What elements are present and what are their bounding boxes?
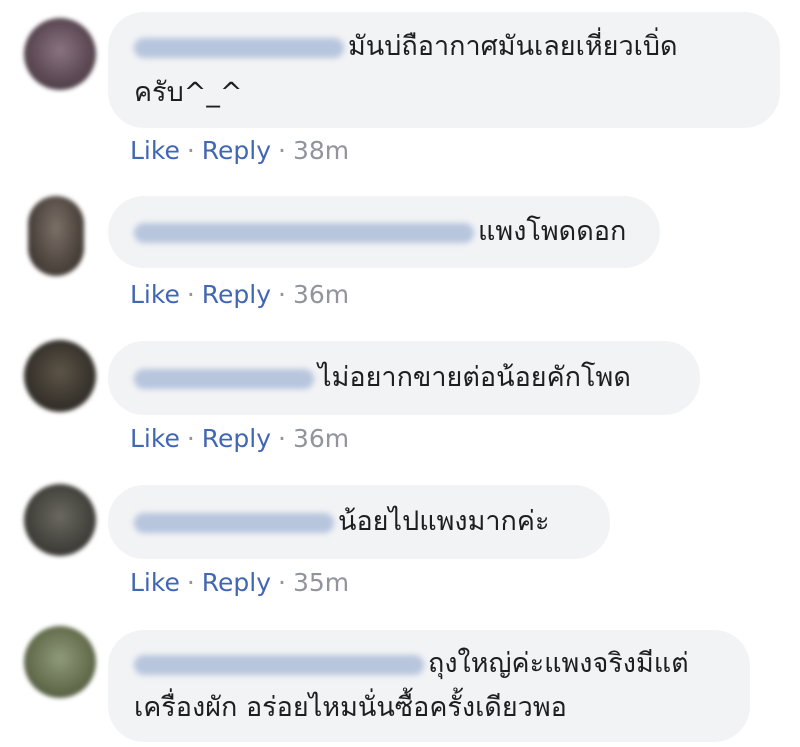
- comment-actions: Like · Reply · 35m: [130, 568, 349, 597]
- author-name[interactable]: [134, 512, 334, 533]
- comment-text-line2: ครับ^_^: [134, 77, 243, 108]
- comment-bubble: แพงโพดดอก: [108, 196, 660, 268]
- avatar[interactable]: [24, 626, 96, 698]
- author-name[interactable]: [134, 37, 344, 58]
- timestamp[interactable]: 38m: [293, 136, 349, 165]
- avatar[interactable]: [24, 484, 96, 556]
- comment-text: มันบ่ถือากาศมันเลยเหี่ยวเบิ่ด: [348, 31, 678, 62]
- comment-text: ถุงใหญ่ค่ะแพงจริงมีแต่: [428, 648, 689, 679]
- reply-button[interactable]: Reply: [202, 424, 271, 453]
- author-name[interactable]: [134, 654, 424, 675]
- separator-dot: ·: [186, 280, 195, 309]
- reply-button[interactable]: Reply: [202, 280, 271, 309]
- avatar[interactable]: [24, 18, 96, 90]
- comment-actions: Like · Reply · 36m: [130, 424, 349, 453]
- timestamp[interactable]: 35m: [293, 568, 349, 597]
- comment-text-line2: เครื่องผัก อร่อยไหมนั่นซื้อครั้งเดียวพอ: [134, 692, 567, 723]
- avatar[interactable]: [24, 340, 96, 412]
- comment-text: ไม่อยากขายต่อน้อยคักโพด: [318, 362, 631, 393]
- reply-button[interactable]: Reply: [202, 568, 271, 597]
- comment-bubble: ถุงใหญ่ค่ะแพงจริงมีแต่ เครื่องผัก อร่อยไ…: [108, 630, 750, 742]
- comment-actions: Like · Reply · 36m: [130, 280, 349, 309]
- comment-bubble: มันบ่ถือากาศมันเลยเหี่ยวเบิ่ด ครับ^_^: [108, 12, 780, 128]
- reply-button[interactable]: Reply: [202, 136, 271, 165]
- comment-text: น้อยไปแพงมากค่ะ: [338, 506, 550, 537]
- author-name[interactable]: [134, 368, 314, 389]
- comment-bubble: ไม่อยากขายต่อน้อยคักโพด: [108, 341, 700, 415]
- separator-dot: ·: [186, 136, 195, 165]
- like-button[interactable]: Like: [130, 424, 180, 453]
- timestamp[interactable]: 36m: [293, 280, 349, 309]
- comment-bubble: น้อยไปแพงมากค่ะ: [108, 485, 610, 559]
- separator-dot: ·: [278, 424, 286, 453]
- separator-dot: ·: [278, 280, 286, 309]
- avatar[interactable]: [28, 196, 84, 276]
- separator-dot: ·: [278, 568, 286, 597]
- separator-dot: ·: [186, 568, 195, 597]
- comment-text: แพงโพดดอก: [478, 216, 627, 247]
- separator-dot: ·: [278, 136, 286, 165]
- like-button[interactable]: Like: [130, 136, 180, 165]
- separator-dot: ·: [186, 424, 195, 453]
- author-name[interactable]: [134, 222, 474, 243]
- comment-actions: Like · Reply · 38m: [130, 136, 349, 165]
- like-button[interactable]: Like: [130, 280, 180, 309]
- timestamp[interactable]: 36m: [293, 424, 349, 453]
- like-button[interactable]: Like: [130, 568, 180, 597]
